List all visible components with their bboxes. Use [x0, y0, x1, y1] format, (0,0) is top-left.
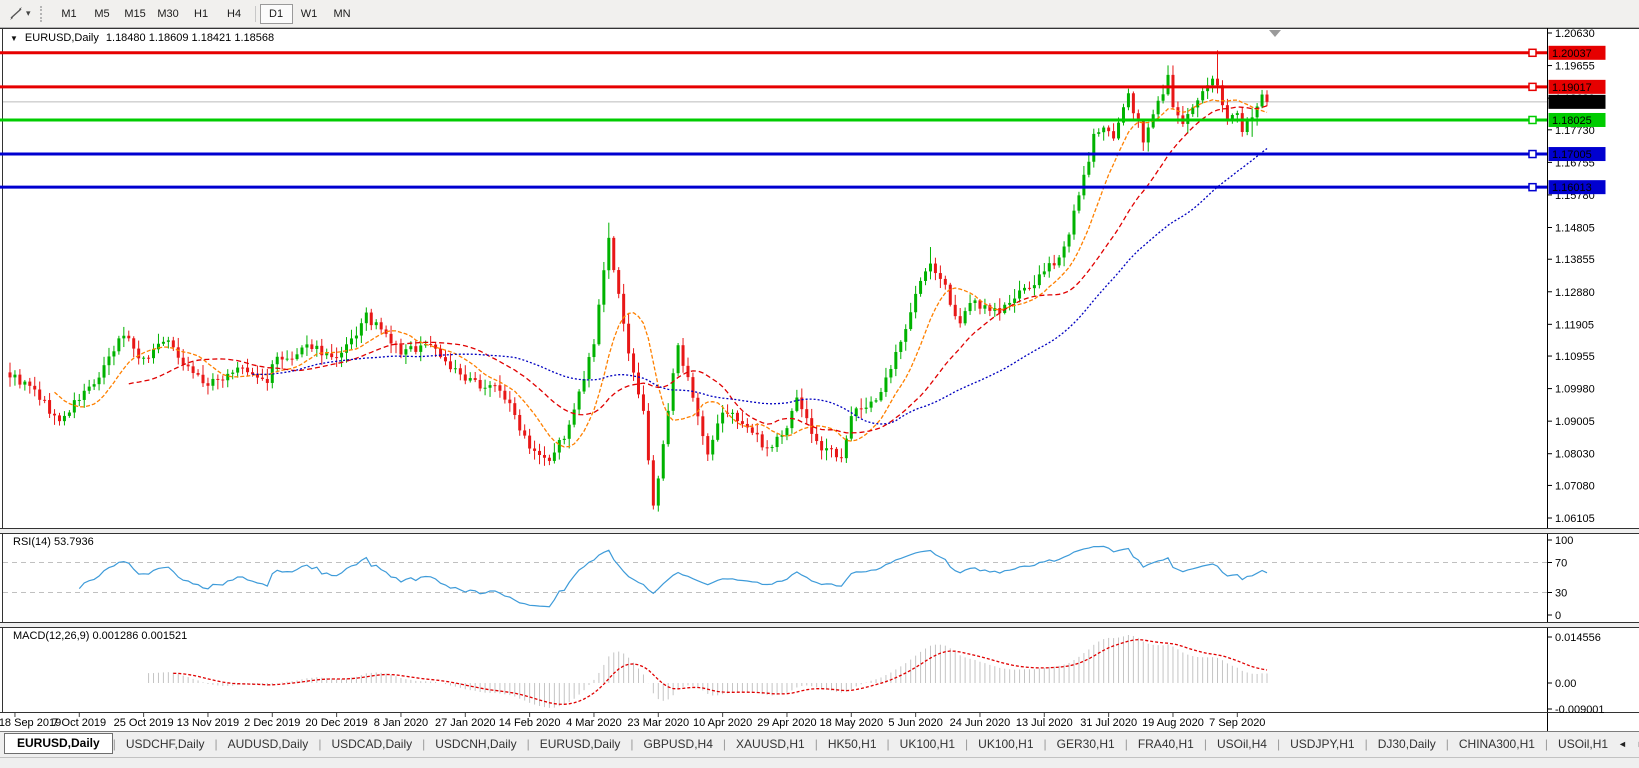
svg-text:1.10955: 1.10955: [1555, 351, 1595, 363]
svg-text:27 Jan 2020: 27 Jan 2020: [435, 717, 496, 729]
chart-window: 1.206301.196551.186801.177301.167551.157…: [0, 27, 1639, 731]
svg-text:1.18025: 1.18025: [1552, 115, 1592, 127]
svg-text:1.20630: 1.20630: [1555, 28, 1595, 40]
svg-text:7 Sep 2020: 7 Sep 2020: [1209, 717, 1265, 729]
svg-text:1.09005: 1.09005: [1555, 416, 1595, 428]
chart-tabs: EURUSD,Daily | USDCHF,Daily | AUDUSD,Daily | U…: [0, 732, 1639, 756]
svg-text:1.19655: 1.19655: [1555, 61, 1595, 73]
svg-text:100: 100: [1555, 535, 1573, 547]
title-collapse-icon[interactable]: ▼: [10, 34, 18, 43]
timeframe-button-M15[interactable]: M15: [119, 4, 152, 24]
macd-indicator-label: MACD(12,26,9) 0.001286 0.001521: [13, 630, 188, 642]
timeframe-button-H1[interactable]: H1: [185, 4, 218, 24]
timeframe-button-H4[interactable]: H4: [218, 4, 251, 24]
svg-text:10 Apr 2020: 10 Apr 2020: [693, 717, 752, 729]
svg-text:25 Oct 2019: 25 Oct 2019: [114, 717, 174, 729]
svg-text:70: 70: [1555, 558, 1567, 570]
svg-text:0.014556: 0.014556: [1555, 632, 1601, 644]
timeframe-button-W1[interactable]: W1: [293, 4, 326, 24]
svg-text:1.13855: 1.13855: [1555, 254, 1595, 266]
timeframe-button-group: M1 M5 M15 M30 H1 H4 D1 W1 MN: [53, 3, 359, 24]
line-studies-button[interactable]: ▾: [6, 4, 34, 23]
tab-bar-strip: [0, 757, 1639, 768]
svg-text:31 Jul 2020: 31 Jul 2020: [1080, 717, 1137, 729]
chart-title: EURUSD,Daily: [24, 32, 99, 44]
timeframe-button-D1[interactable]: D1: [259, 3, 293, 24]
svg-text:19 Aug 2020: 19 Aug 2020: [1142, 717, 1204, 729]
timeframe-button-M5[interactable]: M5: [86, 4, 119, 24]
svg-text:24 Jun 2020: 24 Jun 2020: [950, 717, 1011, 729]
chart-title-bar: ▼ EURUSD,Daily 1.18480 1.18609 1.18421 1…: [10, 32, 274, 44]
svg-text:7 Oct 2019: 7 Oct 2019: [52, 717, 106, 729]
tab-UK100-H1[interactable]: UK100,H1: [890, 734, 965, 755]
svg-text:1.12880: 1.12880: [1555, 287, 1595, 299]
svg-text:4 Mar 2020: 4 Mar 2020: [566, 717, 622, 729]
tab-CHINA300-H1[interactable]: CHINA300,H1: [1449, 734, 1545, 755]
chart-ohlc-values: 1.18480 1.18609 1.18421 1.18568: [105, 32, 275, 44]
line-studies-icon: [10, 7, 22, 20]
tab-DJ30-Daily[interactable]: DJ30,Daily: [1368, 734, 1446, 755]
tab-USDCAD-Daily[interactable]: USDCAD,Daily: [321, 734, 422, 755]
svg-text:1.16013: 1.16013: [1552, 182, 1592, 194]
svg-text:23 Mar 2020: 23 Mar 2020: [627, 717, 689, 729]
timeframe-button-M1[interactable]: M1: [53, 4, 86, 24]
svg-text:1.11905: 1.11905: [1555, 319, 1594, 331]
toolbar-separator: [254, 5, 256, 22]
svg-text:2 Dec 2019: 2 Dec 2019: [244, 717, 300, 729]
tab-FRA40-H1[interactable]: FRA40,H1: [1128, 734, 1204, 755]
svg-text:30: 30: [1555, 588, 1567, 600]
svg-text:5 Jun 2020: 5 Jun 2020: [888, 717, 942, 729]
tab-scroll-left-icon[interactable]: ◄: [1618, 739, 1627, 749]
tab-scroll-buttons: ◄►: [1618, 739, 1639, 749]
timeframe-button-M30[interactable]: M30: [152, 4, 185, 24]
svg-text:1.08030: 1.08030: [1555, 449, 1595, 461]
tab-XAUUSD-H1[interactable]: XAUUSD,H1: [726, 734, 815, 755]
svg-text:0: 0: [1555, 610, 1561, 622]
tab-USDCHF-Daily[interactable]: USDCHF,Daily: [116, 734, 215, 755]
tab-USDJPY-H1[interactable]: USDJPY,H1: [1280, 734, 1364, 755]
tab-EURUSD-Daily[interactable]: EURUSD,Daily: [4, 732, 113, 754]
chart-canvas[interactable]: 1.206301.196551.186801.177301.167551.157…: [0, 27, 1639, 731]
tab-HK50-H1[interactable]: HK50,H1: [818, 734, 887, 755]
tab-USDCNH-Daily[interactable]: USDCNH,Daily: [425, 734, 526, 755]
chart-tab-bar: EURUSD,Daily | USDCHF,Daily | AUDUSD,Daily | U…: [0, 731, 1639, 768]
top-toolbar: ▾ M1 M5 M15 M30 H1 H4 D1 W1 MN: [0, 0, 1639, 28]
svg-text:0.00: 0.00: [1555, 678, 1576, 690]
svg-text:14 Feb 2020: 14 Feb 2020: [499, 717, 561, 729]
svg-text:18 May 2020: 18 May 2020: [819, 717, 883, 729]
svg-text:-0.009001: -0.009001: [1555, 704, 1605, 716]
tab-GBPUSD-H4[interactable]: GBPUSD,H4: [634, 734, 723, 755]
tab-USOil-H4[interactable]: USOil,H4: [1207, 734, 1277, 755]
toolbar-grip[interactable]: [39, 5, 46, 22]
svg-text:1.06105: 1.06105: [1555, 513, 1595, 525]
tab-USOil-H1[interactable]: USOil,H1: [1548, 734, 1618, 755]
rsi-indicator-label: RSI(14) 53.7936: [13, 536, 94, 548]
svg-text:1.20037: 1.20037: [1552, 48, 1592, 60]
timeframe-button-MN[interactable]: MN: [326, 4, 359, 24]
svg-text:1.07080: 1.07080: [1555, 480, 1595, 492]
tab-AUDUSD-Daily[interactable]: AUDUSD,Daily: [218, 734, 319, 755]
svg-text:1.14805: 1.14805: [1555, 222, 1595, 234]
svg-text:1.18568: 1.18568: [1552, 97, 1592, 109]
svg-text:1.17005: 1.17005: [1552, 149, 1592, 161]
svg-text:20 Dec 2019: 20 Dec 2019: [305, 717, 367, 729]
svg-text:1.09980: 1.09980: [1555, 384, 1595, 396]
tab-UK100-H1[interactable]: UK100,H1: [968, 734, 1043, 755]
svg-text:29 Apr 2020: 29 Apr 2020: [757, 717, 816, 729]
svg-text:13 Jul 2020: 13 Jul 2020: [1016, 717, 1073, 729]
tab-EURUSD-Daily[interactable]: EURUSD,Daily: [530, 734, 631, 755]
svg-text:13 Nov 2019: 13 Nov 2019: [177, 717, 239, 729]
dropdown-caret-icon[interactable]: ▾: [26, 8, 31, 19]
svg-text:8 Jan 2020: 8 Jan 2020: [374, 717, 428, 729]
svg-text:1.19017: 1.19017: [1552, 82, 1592, 94]
tab-GER30-H1[interactable]: GER30,H1: [1047, 734, 1125, 755]
